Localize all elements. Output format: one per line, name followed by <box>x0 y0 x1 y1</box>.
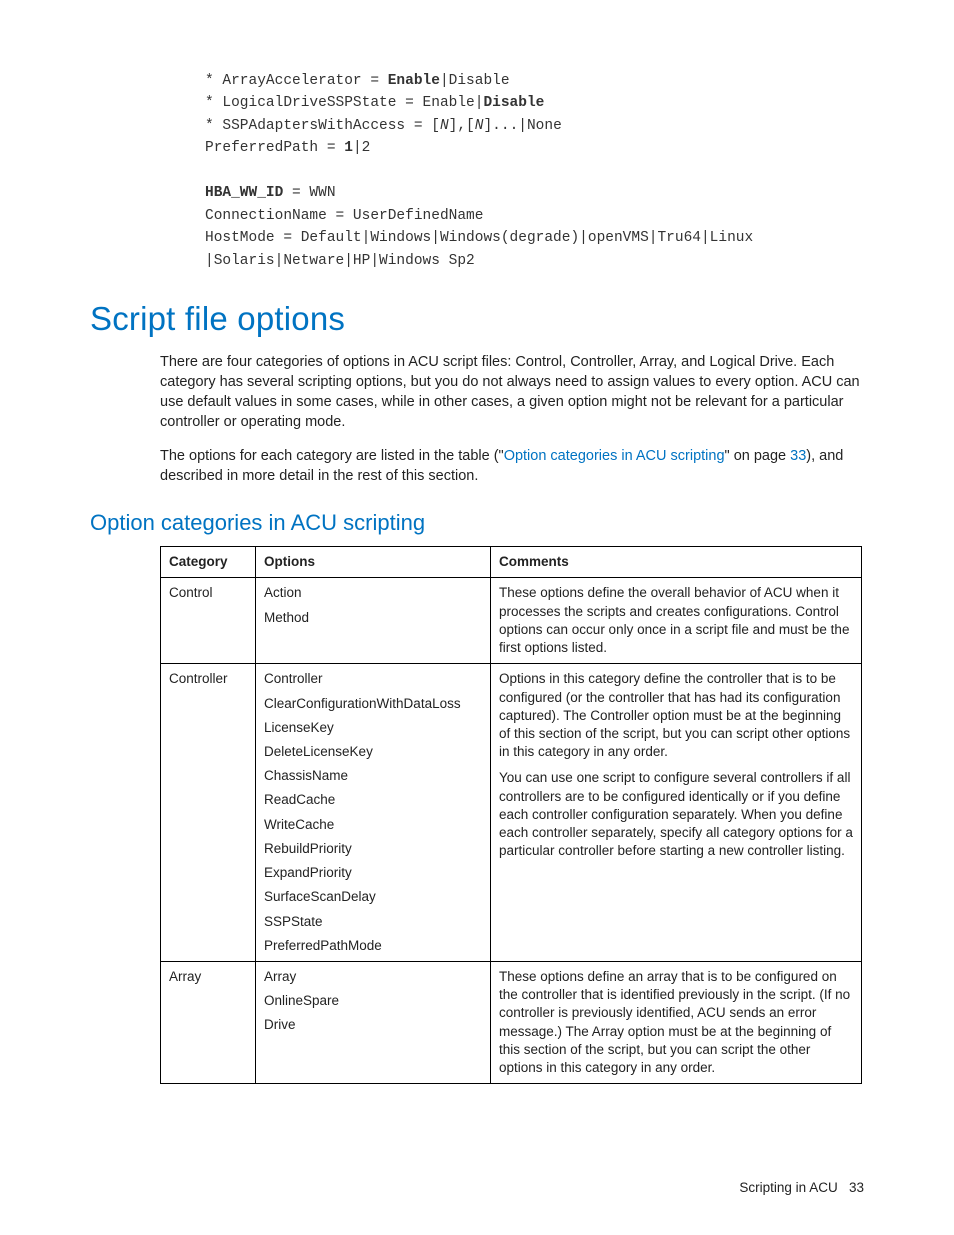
paragraph-2: The options for each category are listed… <box>160 446 864 486</box>
table-row: Control Action Method These options defi… <box>161 578 862 664</box>
subsection-title: Option categories in ACU scripting <box>90 510 864 536</box>
cell-options: Controller ClearConfigurationWithDataLos… <box>256 664 491 962</box>
cell-options: Array OnlineSpare Drive <box>256 961 491 1083</box>
table-header-row: Category Options Comments <box>161 547 862 578</box>
section-title: Script file options <box>90 300 864 338</box>
cell-category: Array <box>161 961 256 1083</box>
cell-comments: These options define the overall behavio… <box>491 578 862 664</box>
paragraph-1: There are four categories of options in … <box>160 352 864 432</box>
table-header-category: Category <box>161 547 256 578</box>
option-categories-link[interactable]: Option categories in ACU scripting <box>504 448 725 464</box>
table-row: Array Array OnlineSpare Drive These opti… <box>161 961 862 1083</box>
cell-options: Action Method <box>256 578 491 664</box>
option-category-table: Category Options Comments Control Action… <box>160 546 862 1084</box>
cell-category: Controller <box>161 664 256 962</box>
code-block: * ArrayAccelerator = Enable|Disable * Lo… <box>205 70 864 272</box>
table-header-comments: Comments <box>491 547 862 578</box>
table-header-options: Options <box>256 547 491 578</box>
page-33-link[interactable]: 33 <box>790 448 806 464</box>
table-row: Controller Controller ClearConfiguration… <box>161 664 862 962</box>
cell-category: Control <box>161 578 256 664</box>
page-footer: Scripting in ACU 33 <box>739 1180 864 1195</box>
cell-comments: These options define an array that is to… <box>491 961 862 1083</box>
cell-comments: Options in this category define the cont… <box>491 664 862 962</box>
